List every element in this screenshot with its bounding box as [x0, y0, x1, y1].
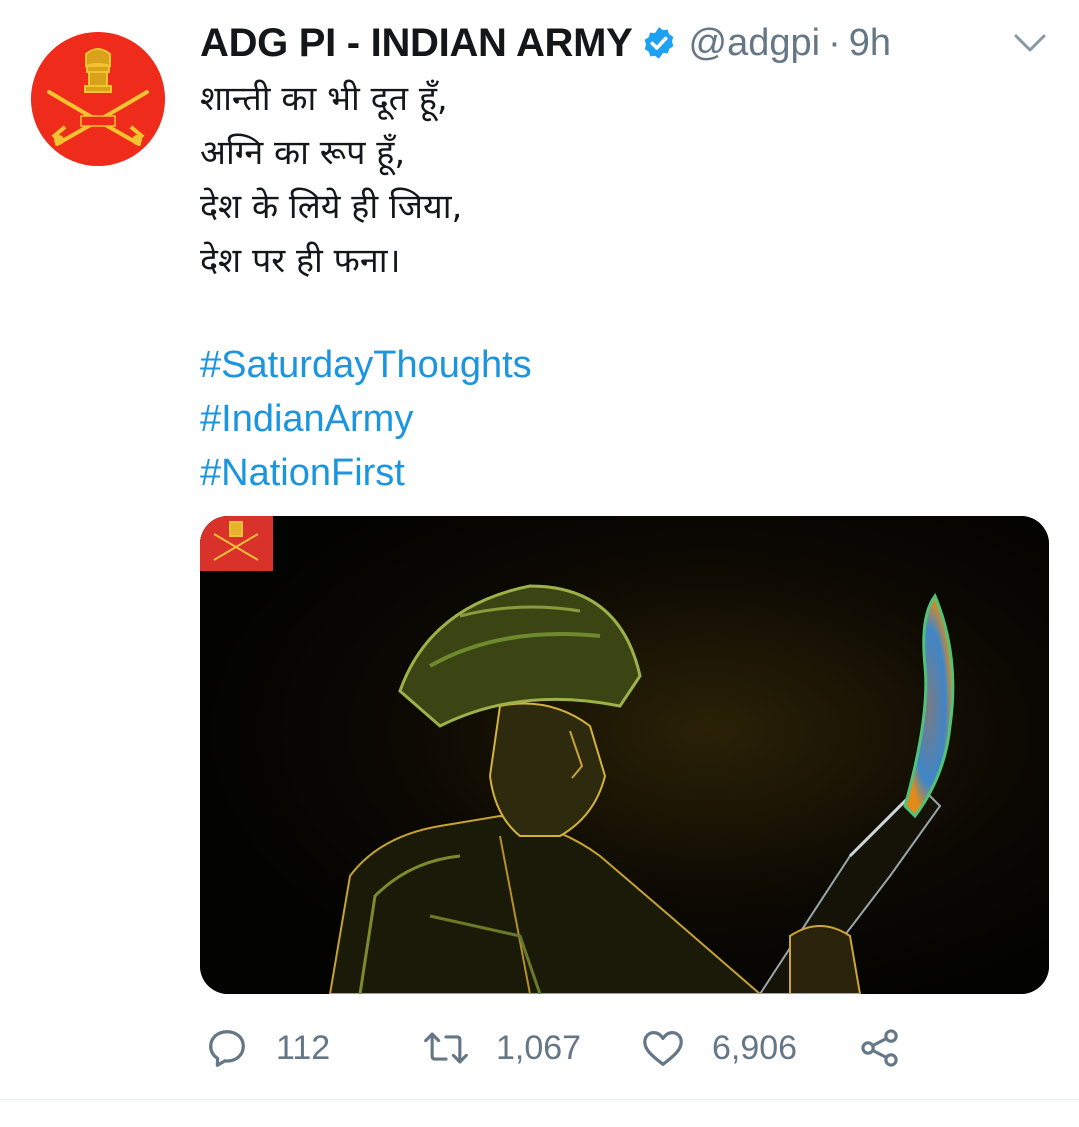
hashtag-link[interactable]: #NationFirst: [200, 446, 532, 500]
like-count: 6,906: [712, 1028, 798, 1067]
reply-count: 112: [276, 1028, 331, 1067]
tweet-actions: 112 1,067 6,906: [200, 1020, 1049, 1076]
chevron-down-icon[interactable]: [1010, 26, 1050, 60]
retweet-icon: [424, 1032, 468, 1064]
tweet-timestamp[interactable]: 9h: [849, 22, 891, 65]
verified-badge-icon: [641, 25, 677, 61]
reply-icon: [209, 1030, 245, 1067]
share-icon: [861, 1029, 898, 1067]
author-display-name[interactable]: ADG PI - INDIAN ARMY: [200, 21, 633, 66]
author-avatar[interactable]: [31, 32, 165, 166]
tweet-text: शान्ती का भी दूत हूँ, अग्नि का रूप हूँ, …: [200, 72, 1050, 288]
soldier-with-flaming-rifle-image: [200, 516, 1049, 994]
tweet-media-image[interactable]: [200, 516, 1049, 994]
share-button[interactable]: [858, 1020, 902, 1076]
retweet-count: 1,067: [496, 1028, 582, 1067]
hashtag-link[interactable]: #SaturdayThoughts: [200, 338, 532, 392]
indian-army-emblem-icon: [31, 32, 165, 166]
retweet-button[interactable]: 1,067: [422, 1020, 581, 1076]
tweet-divider: [0, 1099, 1079, 1100]
heart-icon: [643, 1031, 683, 1066]
hashtag-list: #SaturdayThoughts #IndianArmy #NationFir…: [200, 338, 532, 500]
tweet-header: ADG PI - INDIAN ARMY @adgpi · 9h: [200, 18, 891, 68]
tweet-text-line: शान्ती का भी दूत हूँ,: [200, 79, 448, 119]
tweet-text-line: देश के लिये ही जिया,: [200, 187, 463, 227]
hashtag-link[interactable]: #IndianArmy: [200, 392, 532, 446]
reply-button[interactable]: 112: [204, 1020, 330, 1076]
like-button[interactable]: 6,906: [640, 1020, 797, 1076]
separator-dot: ·: [828, 21, 841, 64]
tweet-text-line: अग्नि का रूप हूँ,: [200, 133, 406, 173]
author-handle[interactable]: @adgpi: [689, 22, 821, 65]
tweet-text-line: देश पर ही फना।: [200, 241, 401, 281]
